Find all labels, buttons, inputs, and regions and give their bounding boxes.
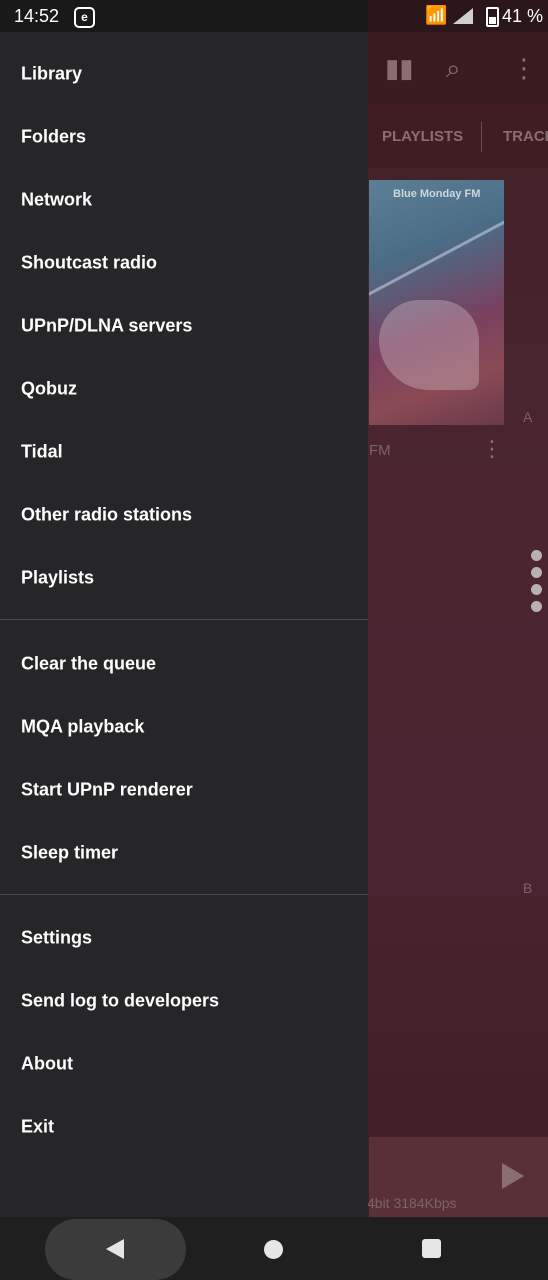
menu-item-label: UPnP/DLNA servers — [21, 315, 193, 335]
menu-item-library[interactable]: Library — [0, 42, 368, 105]
album-label: FM — [369, 442, 391, 459]
menu-item-label: MQA playback — [21, 716, 145, 736]
menu-item-label: Clear the queue — [21, 653, 157, 673]
menu-item-sleep-timer[interactable]: Sleep timer — [0, 821, 368, 884]
menu-item-label: Exit — [21, 1116, 55, 1136]
menu-item-upnp-renderer[interactable]: Start UPnP renderer — [0, 758, 368, 821]
menu-item-label: Settings — [21, 927, 93, 947]
menu-item-label: Start UPnP renderer — [21, 779, 193, 799]
menu-item-folders[interactable]: Folders — [0, 105, 368, 168]
menu-item-label: Send log to developers — [21, 990, 220, 1010]
menu-item-shoutcast-radio[interactable]: Shoutcast radio — [0, 231, 368, 294]
menu-item-label: Playlists — [21, 567, 95, 587]
menu-item-network[interactable]: Network — [0, 168, 368, 231]
home-icon[interactable] — [264, 1240, 283, 1259]
menu-item-upnp-servers[interactable]: UPnP/DLNA servers — [0, 294, 368, 357]
mini-player-info: 4bit 3184Kbps — [367, 1195, 457, 1211]
recents-icon[interactable] — [422, 1239, 441, 1258]
menu-item-about[interactable]: About — [0, 1032, 368, 1095]
album-cover[interactable]: Blue Monday FM — [369, 180, 504, 425]
menu-item-label: Qobuz — [21, 378, 77, 398]
wifi-icon: 📶 — [425, 5, 448, 25]
scroll-dot — [531, 550, 542, 561]
cover-artwork-shape — [379, 300, 479, 390]
menu-item-label: Sleep timer — [21, 842, 119, 862]
index-letter[interactable]: B — [523, 880, 532, 896]
tab-playlists[interactable]: PLAYLISTS — [382, 128, 463, 145]
menu-item-label: Network — [21, 189, 93, 209]
play-icon[interactable] — [502, 1163, 524, 1189]
menu-item-exit[interactable]: Exit — [0, 1095, 368, 1158]
overflow-menu-icon[interactable]: ⋮ — [511, 54, 537, 82]
drawer-divider — [0, 619, 368, 620]
scroll-dot — [531, 601, 542, 612]
scroll-dot — [531, 584, 542, 595]
menu-item-label: Folders — [21, 126, 87, 146]
menu-item-label: Library — [21, 63, 83, 83]
menu-item-other-radio[interactable]: Other radio stations — [0, 483, 368, 546]
menu-item-label: Other radio stations — [21, 504, 193, 524]
status-time: 14:52 — [14, 6, 60, 26]
menu-item-settings[interactable]: Settings — [0, 906, 368, 969]
screen: ▮▮ ⌕ ⋮ PLAYLISTS TRACK Blue Monday FM FM… — [0, 0, 548, 1280]
menu-item-clear-queue[interactable]: Clear the queue — [0, 632, 368, 695]
menu-item-tidal[interactable]: Tidal — [0, 420, 368, 483]
battery-icon — [486, 7, 499, 27]
cover-text: Blue Monday FM — [393, 188, 481, 200]
index-letter[interactable]: A — [523, 409, 532, 425]
tab-tracks[interactable]: TRACK — [503, 128, 548, 145]
drawer-divider — [0, 894, 368, 895]
e-icon: e — [74, 7, 95, 28]
menu-item-label: Shoutcast radio — [21, 252, 158, 272]
scroll-dot — [531, 567, 542, 578]
menu-item-playlists[interactable]: Playlists — [0, 546, 368, 609]
menu-item-send-log[interactable]: Send log to developers — [0, 969, 368, 1032]
menu-item-label: Tidal — [21, 441, 63, 461]
cover-streak — [369, 203, 504, 300]
search-icon[interactable]: ⌕ — [446, 54, 461, 82]
menu-item-mqa-playback[interactable]: MQA playback — [0, 695, 368, 758]
back-icon[interactable] — [106, 1239, 124, 1259]
album-overflow-icon[interactable]: ⋮ — [481, 438, 503, 460]
battery-percent: 41 % — [502, 6, 544, 26]
fast-scroll-handle[interactable] — [531, 550, 542, 618]
tab-separator — [481, 122, 482, 152]
navigation-drawer: Library Folders Network Shoutcast radio … — [0, 32, 368, 1217]
menu-item-label: About — [21, 1053, 73, 1073]
menu-item-qobuz[interactable]: Qobuz — [0, 357, 368, 420]
equalizer-icon[interactable]: ▮▮ — [385, 54, 414, 82]
cell-signal-icon — [453, 8, 473, 24]
